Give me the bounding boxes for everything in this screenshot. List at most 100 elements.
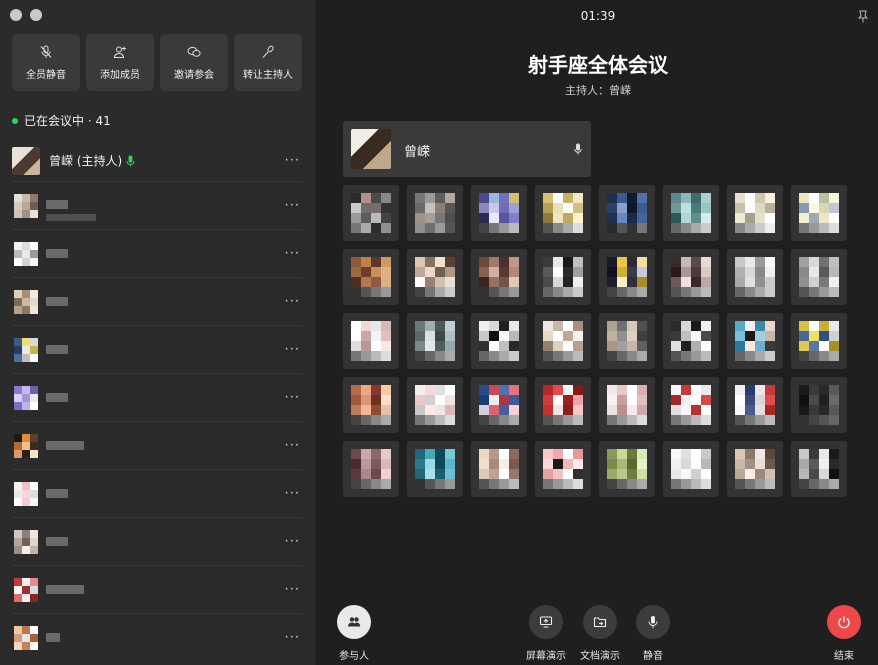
participants-button[interactable]: 参与人 <box>337 605 371 662</box>
more-options-button[interactable]: ··· <box>285 631 300 646</box>
participant-video-tile[interactable] <box>343 377 399 433</box>
participant-video-tile[interactable] <box>407 441 463 497</box>
mute-button[interactable]: 静音 <box>636 605 670 662</box>
add-user-icon <box>113 46 126 58</box>
avatar <box>14 338 38 362</box>
add-member-button[interactable]: 添加成员 <box>86 34 154 91</box>
participant-video-tile[interactable] <box>663 377 719 433</box>
pin-icon[interactable] <box>858 10 868 23</box>
participant-video-tile[interactable] <box>471 313 527 369</box>
participant-row[interactable]: ··· <box>12 230 302 278</box>
participant-video-tile[interactable] <box>343 249 399 305</box>
avatar <box>479 321 519 361</box>
more-options-button[interactable]: ··· <box>285 582 300 597</box>
avatar <box>14 242 38 266</box>
participant-video-tile[interactable] <box>791 185 847 241</box>
mute-circle <box>636 605 670 639</box>
participant-video-tile[interactable] <box>791 313 847 369</box>
avatar <box>735 449 775 489</box>
doc-share-button[interactable]: 文档演示 <box>580 605 620 662</box>
more-options-button[interactable]: ··· <box>285 486 300 501</box>
participant-name-blurred <box>46 393 68 402</box>
meeting-stage: 01:39 射手座全体会议 主持人：曾嵘 曾嵘 参与人 屏幕演示 文档演示 静音… <box>318 0 878 665</box>
participant-video-tile[interactable] <box>599 249 655 305</box>
more-options-button[interactable]: ··· <box>285 438 300 453</box>
screen-share-button[interactable]: 屏幕演示 <box>526 605 566 662</box>
participant-row[interactable]: ··· <box>12 470 302 518</box>
transfer-host-button[interactable]: 转让主持人 <box>234 34 302 91</box>
participant-video-tile[interactable] <box>727 249 783 305</box>
participant-video-tile[interactable] <box>663 249 719 305</box>
participant-video-tile[interactable] <box>791 249 847 305</box>
participant-video-tile[interactable] <box>791 377 847 433</box>
participant-video-tile[interactable] <box>343 441 399 497</box>
participant-video-tile[interactable] <box>471 377 527 433</box>
add-member-label: 添加成员 <box>100 69 140 81</box>
participant-row[interactable]: ··· <box>12 374 302 422</box>
participant-video-tile[interactable] <box>727 313 783 369</box>
participant-video-tile[interactable] <box>471 441 527 497</box>
meeting-timer: 01:39 <box>580 9 616 23</box>
close-window-button[interactable] <box>10 9 22 21</box>
avatar <box>415 385 455 425</box>
minimize-window-button[interactable] <box>30 9 42 21</box>
participant-video-tile[interactable] <box>343 185 399 241</box>
more-options-button[interactable]: ··· <box>285 198 300 213</box>
participant-name-blurred <box>46 633 60 642</box>
participant-video-tile[interactable] <box>343 313 399 369</box>
participant-row[interactable]: ··· <box>12 278 302 326</box>
participant-video-tile[interactable] <box>407 185 463 241</box>
avatar <box>671 385 711 425</box>
participant-video-tile[interactable] <box>599 185 655 241</box>
more-options-button[interactable]: ··· <box>285 390 300 405</box>
participant-video-tile[interactable] <box>599 441 655 497</box>
participant-row[interactable]: ··· <box>12 422 302 470</box>
transfer-host-label: 转让主持人 <box>243 69 293 81</box>
participant-row[interactable]: ··· <box>12 518 302 566</box>
doc-share-label: 文档演示 <box>580 651 620 662</box>
invite-button[interactable]: 邀请参会 <box>160 34 228 91</box>
participant-video-tile[interactable] <box>471 185 527 241</box>
speaker-name: 曾嵘 <box>404 145 431 160</box>
avatar <box>415 193 455 233</box>
avatar <box>735 321 775 361</box>
participant-video-tile[interactable] <box>663 441 719 497</box>
avatar <box>415 449 455 489</box>
participant-row[interactable]: ··· <box>12 614 302 662</box>
avatar <box>415 257 455 297</box>
participant-video-tile[interactable] <box>407 313 463 369</box>
participant-video-tile[interactable] <box>599 313 655 369</box>
avatar <box>351 129 391 169</box>
participant-video-tile[interactable] <box>535 185 591 241</box>
more-options-button[interactable]: ··· <box>285 342 300 357</box>
avatar <box>351 321 391 361</box>
participant-video-tile[interactable] <box>535 377 591 433</box>
participant-video-tile[interactable] <box>727 441 783 497</box>
participant-video-tile[interactable] <box>535 313 591 369</box>
participant-row-host[interactable]: 曾嵘 (主持人) ··· <box>12 140 302 182</box>
participant-video-tile[interactable] <box>407 249 463 305</box>
participant-row[interactable]: ··· <box>12 566 302 614</box>
avatar <box>735 385 775 425</box>
participant-video-tile[interactable] <box>535 441 591 497</box>
participant-row[interactable]: ··· <box>12 182 302 230</box>
doc-share-circle <box>583 605 617 639</box>
participant-video-tile[interactable] <box>791 441 847 497</box>
participant-video-tile[interactable] <box>407 377 463 433</box>
participant-row[interactable]: ··· <box>12 326 302 374</box>
more-options-button[interactable]: ··· <box>285 294 300 309</box>
participant-video-tile[interactable] <box>663 185 719 241</box>
participant-video-tile[interactable] <box>535 249 591 305</box>
participant-video-tile[interactable] <box>471 249 527 305</box>
participant-video-tile[interactable] <box>599 377 655 433</box>
end-meeting-button[interactable]: 结束 <box>827 605 861 662</box>
more-options-button[interactable]: ··· <box>285 534 300 549</box>
mute-all-button[interactable]: 全员静音 <box>12 34 80 91</box>
participant-video-tile[interactable] <box>727 377 783 433</box>
participant-video-tile[interactable] <box>663 313 719 369</box>
participant-video-tile[interactable] <box>727 185 783 241</box>
avatar <box>543 193 583 233</box>
more-options-button[interactable]: ··· <box>285 153 300 168</box>
active-speaker-card[interactable]: 曾嵘 <box>343 121 591 177</box>
more-options-button[interactable]: ··· <box>285 246 300 261</box>
